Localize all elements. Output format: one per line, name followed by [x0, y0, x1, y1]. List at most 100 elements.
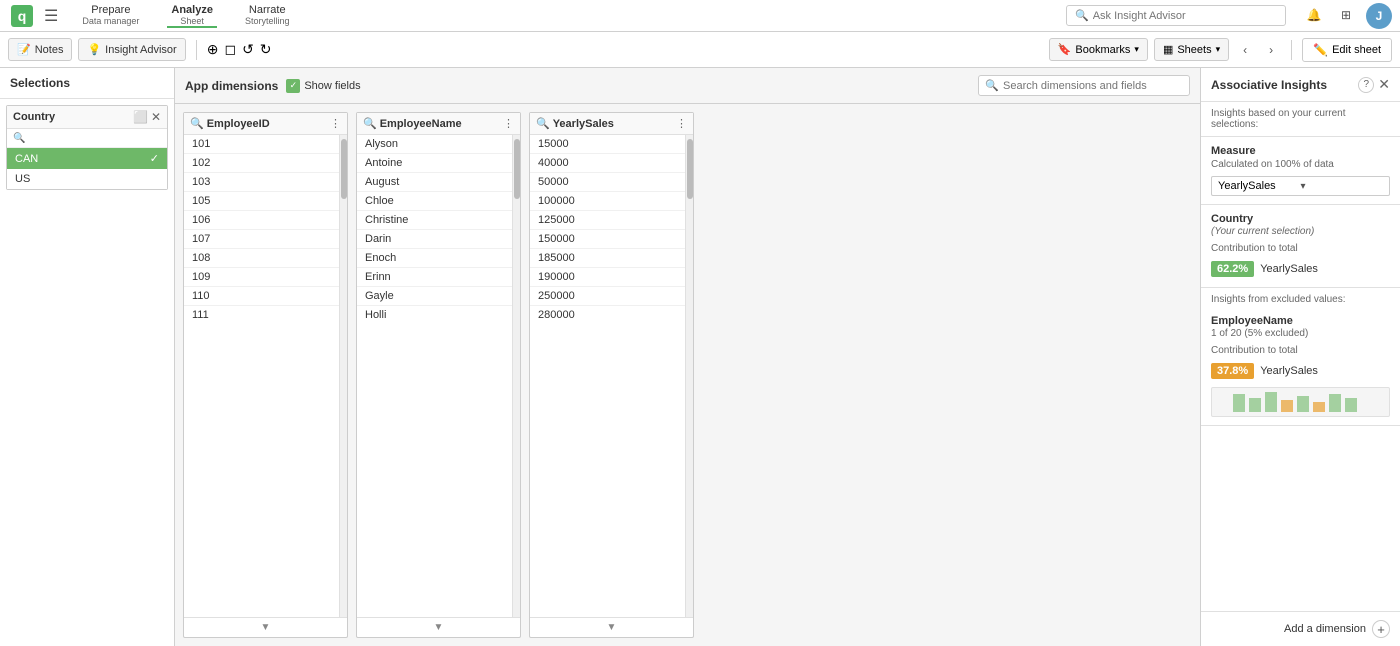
insights-subtext: Insights based on your current selection… [1201, 102, 1400, 137]
contribution-row: 62.2% YearlySales [1211, 257, 1390, 279]
notification-icon[interactable]: 🔔 [1302, 3, 1326, 27]
top-bar-icons: 🔔 ⊞ J [1302, 3, 1392, 29]
search-dimensions[interactable]: 🔍 [978, 75, 1190, 96]
table-row[interactable]: 111 [184, 306, 339, 324]
table-row[interactable]: 190000 [530, 268, 685, 287]
grid-icon[interactable]: ⊞ [1334, 3, 1358, 27]
add-dimension-section[interactable]: Add a dimension + [1201, 611, 1400, 646]
main-layout: Selections Country ⬜ ✕ 🔍 CAN [0, 68, 1400, 646]
table-row[interactable]: 250000 [530, 287, 685, 306]
show-fields-toggle[interactable]: ✓ Show fields [286, 79, 360, 93]
table-row[interactable]: 125000 [530, 211, 685, 230]
yearlysales-scrollbar[interactable] [685, 135, 693, 617]
employeeid-footer[interactable]: ▼ [184, 617, 347, 637]
table-row[interactable]: Enoch [357, 249, 512, 268]
nav-next-button[interactable]: › [1261, 40, 1281, 60]
table-row[interactable]: 109 [184, 268, 339, 287]
employeename-scrollbar[interactable] [512, 135, 520, 617]
narrate-nav[interactable]: Narrate Storytelling [241, 4, 294, 28]
listbox-search-icon: 🔍 [13, 133, 25, 144]
table-row[interactable]: 101 [184, 135, 339, 154]
insights-close-icon[interactable]: ✕ [1378, 76, 1390, 93]
smart-search[interactable]: ⊕ [207, 41, 219, 58]
tables-area: 🔍 EmployeeID ⋮ 101 102 103 105 106 107 1… [175, 104, 1200, 646]
table-row[interactable]: 15000 [530, 135, 685, 154]
redo-tool[interactable]: ↻ [260, 41, 272, 58]
hamburger-menu[interactable]: ☰ [44, 6, 58, 26]
search-dimensions-input[interactable] [1003, 80, 1183, 92]
table-row[interactable]: 185000 [530, 249, 685, 268]
table-row[interactable]: Christine [357, 211, 512, 230]
bar-chart [1231, 390, 1371, 414]
listbox-title: Country [13, 111, 133, 123]
table-row[interactable]: 108 [184, 249, 339, 268]
search-small-icon: 🔍 [190, 117, 204, 130]
insight-advisor-button[interactable]: 💡 Insight Advisor [78, 38, 185, 61]
employeename-table-header: 🔍 EmployeeName ⋮ [357, 113, 520, 135]
nav-prev-button[interactable]: ‹ [1235, 40, 1255, 60]
table-menu-icon-2[interactable]: ⋮ [503, 117, 514, 130]
listbox-item-us[interactable]: US [7, 169, 167, 189]
table-row[interactable]: 50000 [530, 173, 685, 192]
add-dimension-icon[interactable]: + [1372, 620, 1390, 638]
table-row[interactable]: 107 [184, 230, 339, 249]
table-row[interactable]: Alyson [357, 135, 512, 154]
listbox-search-input[interactable] [28, 132, 161, 144]
table-row[interactable]: Chloe [357, 192, 512, 211]
user-avatar[interactable]: J [1366, 3, 1392, 29]
employeename-footer[interactable]: ▼ [357, 617, 520, 637]
table-row[interactable]: Gayle [357, 287, 512, 306]
listbox-collapse-icon[interactable]: ⬜ [133, 110, 148, 124]
table-row[interactable]: 103 [184, 173, 339, 192]
table-row[interactable]: 40000 [530, 154, 685, 173]
pct-badge-orange: 37.8% [1211, 363, 1254, 379]
dimensions-label: App dimensions [185, 79, 278, 93]
listbox-header: Country ⬜ ✕ [7, 106, 167, 129]
measure-dropdown[interactable]: YearlySales ▾ [1211, 176, 1390, 196]
toolbar: 📝 Notes 💡 Insight Advisor ⊕ ◻ ↺ ↻ 🔖 Book… [0, 32, 1400, 68]
listbox-close-icon[interactable]: ✕ [151, 110, 161, 124]
notes-button[interactable]: 📝 Notes [8, 38, 72, 61]
search-bar[interactable]: 🔍 [1066, 5, 1286, 26]
help-icon[interactable]: ? [1358, 77, 1374, 93]
table-row[interactable]: 280000 [530, 306, 685, 324]
table-row[interactable]: 150000 [530, 230, 685, 249]
collapse-icon-2: ▼ [434, 622, 444, 633]
employeeid-scrollbar[interactable] [339, 135, 347, 617]
app-logo: q [8, 2, 36, 30]
yearlysales-footer[interactable]: ▼ [530, 617, 693, 637]
employeeid-title: EmployeeID [207, 118, 330, 130]
yearlysales-title: YearlySales [553, 118, 676, 130]
sheets-button[interactable]: ▦ Sheets ▾ [1154, 38, 1229, 61]
scroll-thumb-3 [687, 139, 693, 199]
redo-icon: ↻ [260, 41, 272, 58]
listbox-items: CAN ✓ US [7, 148, 167, 189]
table-row[interactable]: August [357, 173, 512, 192]
bookmarks-button[interactable]: 🔖 Bookmarks ▾ [1049, 38, 1148, 61]
table-row[interactable]: 102 [184, 154, 339, 173]
analyze-nav[interactable]: Analyze Sheet [167, 4, 217, 28]
yearlysales-rows: 15000 40000 50000 100000 125000 150000 1… [530, 135, 685, 617]
undo-tool[interactable]: ↺ [242, 41, 254, 58]
insights-panel-header: Associative Insights ? ✕ [1201, 68, 1400, 102]
table-menu-icon-3[interactable]: ⋮ [676, 117, 687, 130]
prepare-nav[interactable]: Prepare Data manager [78, 4, 143, 28]
table-row[interactable]: 105 [184, 192, 339, 211]
measure-dropdown-chevron: ▾ [1301, 181, 1384, 192]
table-menu-icon[interactable]: ⋮ [330, 117, 341, 130]
listbox-item-can[interactable]: CAN ✓ [7, 148, 167, 169]
table-row[interactable]: Holli [357, 306, 512, 324]
table-row[interactable]: 106 [184, 211, 339, 230]
top-bar: q ☰ Prepare Data manager Analyze Sheet N… [0, 0, 1400, 32]
table-row[interactable]: Erinn [357, 268, 512, 287]
listbox-search: 🔍 [7, 129, 167, 148]
undo-icon: ↺ [242, 41, 254, 58]
selection-tools[interactable]: ◻ [224, 41, 236, 58]
edit-sheet-button[interactable]: ✏️ Edit sheet [1302, 38, 1392, 62]
table-row[interactable]: Antoine [357, 154, 512, 173]
table-row[interactable]: 100000 [530, 192, 685, 211]
search-input[interactable] [1093, 10, 1277, 22]
table-row[interactable]: Darin [357, 230, 512, 249]
table-row[interactable]: 110 [184, 287, 339, 306]
employeeid-rows: 101 102 103 105 106 107 108 109 110 111 [184, 135, 339, 617]
